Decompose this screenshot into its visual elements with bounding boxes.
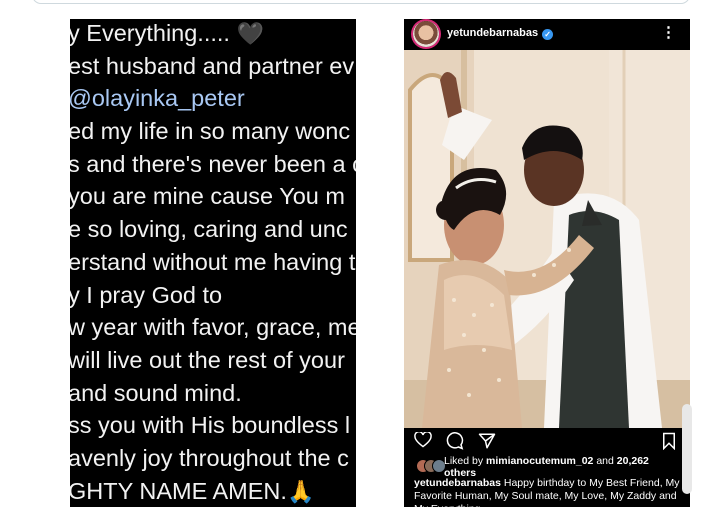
message-line: y I pray God to [70, 281, 223, 308]
message-line: s and there's never been a c [70, 150, 356, 177]
message-line: est husband and partner ev [70, 52, 355, 79]
black-heart-emoji: 🖤 [236, 21, 264, 46]
more-options-icon[interactable]: ⋮ [661, 23, 676, 41]
message-line: e so loving, caring and unc [70, 216, 348, 243]
post-caption: yetundebarnabas Happy birthday to My Bes… [414, 477, 686, 507]
message-line: you are mine cause You m [70, 183, 345, 210]
message-line: ss you with His boundless l [70, 412, 351, 439]
post-photo[interactable] [404, 50, 690, 428]
caption-username[interactable]: yetundebarnabas [414, 477, 501, 489]
comment-icon[interactable] [446, 432, 464, 455]
message-line: and sound mind. [70, 379, 242, 406]
likes-text: Liked by mimianocutemum_02 and 20,262 ot… [444, 455, 649, 479]
likes-summary[interactable]: Liked by mimianocutemum_02 and 20,262 ot… [404, 455, 690, 479]
message-line: erstand without me having t [70, 248, 356, 275]
message-line: GHTY NAME AMEN.🙏 [70, 477, 315, 504]
post-username[interactable]: yetundebarnabas ✓ [447, 27, 554, 40]
heart-icon[interactable] [414, 431, 432, 453]
scrollbar[interactable] [682, 404, 692, 494]
message-line: y Everything..... 🖤 [70, 20, 264, 46]
post-action-bar [404, 428, 690, 456]
message-line: ed my life in so many wonc [70, 118, 351, 145]
praying-hands-emoji: 🙏 [286, 478, 315, 504]
mention-link[interactable]: @olayinka_peter [70, 82, 356, 115]
message-line: avenly joy throughout the c [70, 444, 349, 471]
avatar[interactable] [413, 21, 439, 47]
tweet-card-border [32, 0, 690, 4]
birthday-message-text: y Everything..... 🖤 est husband and part… [70, 19, 356, 507]
post-header: yetundebarnabas ✓ ⋮ [404, 19, 690, 50]
instagram-post-screenshot[interactable]: yetundebarnabas ✓ ⋮ Liked by mimianocute… [404, 19, 690, 507]
text-screenshot-image[interactable]: y Everything..... 🖤 est husband and part… [70, 19, 356, 507]
message-line: will live out the rest of your [70, 346, 345, 373]
bookmark-icon[interactable] [662, 432, 676, 455]
message-line: w year with favor, grace, me [70, 314, 356, 341]
couple-photo-illustration [404, 50, 690, 428]
share-icon[interactable] [478, 432, 496, 455]
verified-badge-icon: ✓ [542, 29, 554, 40]
